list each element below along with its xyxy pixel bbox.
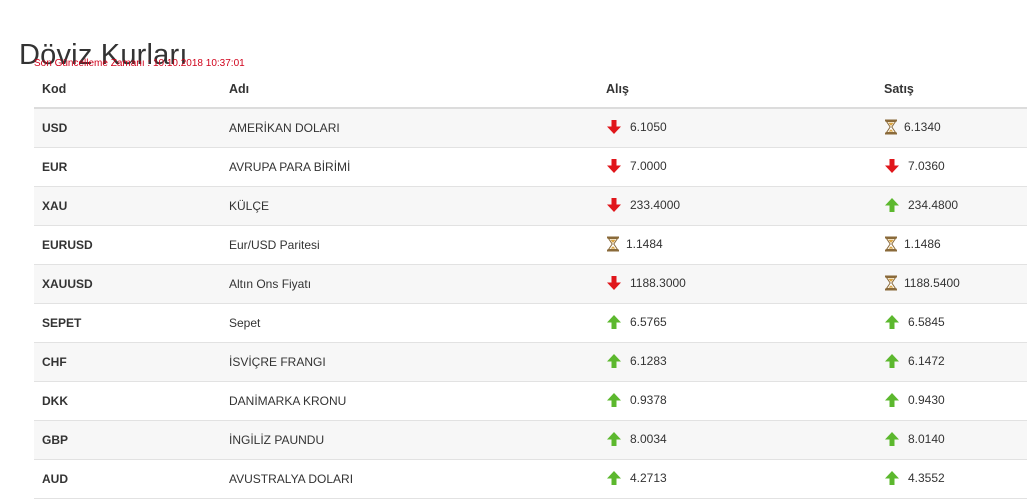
sell-cell: 6.1472 — [876, 342, 1027, 382]
arrow-up-icon — [884, 431, 900, 447]
table-header-row: Kod Adı Alış Satış — [34, 70, 1027, 109]
currency-code: GBP — [34, 420, 221, 460]
buy-value: 1188.3000 — [630, 275, 686, 290]
currency-code: CHF — [34, 342, 221, 382]
buy-cell: 8.0034 — [598, 420, 876, 460]
currency-name: İNGİLİZ PAUNDU — [221, 420, 598, 460]
currency-code: AUD — [34, 459, 221, 499]
sell-cell: 8.0140 — [876, 420, 1027, 460]
sell-value: 6.1472 — [908, 353, 945, 368]
currency-code: DKK — [34, 381, 221, 421]
table-row[interactable]: SEPET Sepet 6.5765 6.5845 — [34, 303, 1027, 343]
arrow-up-icon — [606, 431, 622, 447]
sell-cell: 234.4800 — [876, 186, 1027, 226]
hourglass-icon — [606, 236, 620, 252]
arrow-down-icon — [606, 119, 622, 135]
buy-value: 6.5765 — [630, 314, 667, 329]
sell-cell: 1188.5400 — [876, 264, 1027, 304]
sell-value: 6.1340 — [904, 119, 941, 134]
header-buy[interactable]: Alış — [598, 70, 876, 109]
currency-name: Sepet — [221, 303, 598, 343]
table-row[interactable]: CHF İSVİÇRE FRANGI 6.1283 6.1472 — [34, 342, 1027, 382]
header-name[interactable]: Adı — [221, 70, 598, 109]
table-row[interactable]: USD AMERİKAN DOLARI 6.1050 6.1340 — [34, 108, 1027, 148]
buy-value: 233.4000 — [630, 197, 681, 212]
buy-cell: 1.1484 — [598, 225, 876, 265]
buy-cell: 0.9378 — [598, 381, 876, 421]
sell-cell: 6.1340 — [876, 108, 1027, 148]
sell-value: 8.0140 — [908, 431, 945, 446]
currency-name: İSVİÇRE FRANGI — [221, 342, 598, 382]
buy-value: 7.0000 — [630, 158, 667, 173]
sell-value: 7.0360 — [908, 158, 945, 173]
buy-cell: 4.2713 — [598, 459, 876, 499]
currency-name: Altın Ons Fiyatı — [221, 264, 598, 304]
sell-cell: 4.3552 — [876, 459, 1027, 499]
sell-value: 234.4800 — [908, 197, 959, 212]
hourglass-icon — [884, 236, 898, 252]
sell-cell: 6.5845 — [876, 303, 1027, 343]
currency-code: XAUUSD — [34, 264, 221, 304]
sell-value: 1.1486 — [904, 236, 941, 251]
sell-cell: 1.1486 — [876, 225, 1027, 265]
buy-value: 8.0034 — [630, 431, 667, 446]
currency-name: AMERİKAN DOLARI — [221, 108, 598, 148]
hourglass-icon — [884, 119, 898, 135]
arrow-up-icon — [884, 470, 900, 486]
arrow-up-icon — [606, 392, 622, 408]
hourglass-icon — [884, 275, 898, 291]
sell-value: 4.3552 — [908, 470, 945, 485]
currency-code: USD — [34, 108, 221, 148]
arrow-up-icon — [606, 353, 622, 369]
currency-name: DANİMARKA KRONU — [221, 381, 598, 421]
table-row[interactable]: XAU KÜLÇE 233.4000 234.4800 — [34, 186, 1027, 226]
sell-value: 0.9430 — [908, 392, 945, 407]
table-row[interactable]: XAUUSD Altın Ons Fiyatı 1188.3000 1188.5… — [34, 264, 1027, 304]
buy-cell: 7.0000 — [598, 147, 876, 187]
arrow-up-icon — [884, 314, 900, 330]
currency-name: KÜLÇE — [221, 186, 598, 226]
buy-value: 0.9378 — [630, 392, 667, 407]
currency-code: XAU — [34, 186, 221, 226]
sell-cell: 0.9430 — [876, 381, 1027, 421]
exchange-rate-table: Kod Adı Alış Satış USD AMERİKAN DOLARI 6… — [34, 70, 1027, 499]
buy-value: 6.1050 — [630, 119, 667, 134]
arrow-up-icon — [606, 470, 622, 486]
arrow-up-icon — [606, 314, 622, 330]
arrow-down-icon — [606, 197, 622, 213]
sell-value: 6.5845 — [908, 314, 945, 329]
currency-code: EUR — [34, 147, 221, 187]
currency-name: Eur/USD Paritesi — [221, 225, 598, 265]
currency-name: AVRUPA PARA BİRİMİ — [221, 147, 598, 187]
table-row[interactable]: EUR AVRUPA PARA BİRİMİ 7.0000 7.0360 — [34, 147, 1027, 187]
last-update-text: Son Güncelleme Zamanı : 10.10.2018 10:37… — [34, 58, 245, 69]
currency-name: AVUSTRALYA DOLARI — [221, 459, 598, 499]
arrow-down-icon — [884, 158, 900, 174]
buy-value: 6.1283 — [630, 353, 667, 368]
table-row[interactable]: DKK DANİMARKA KRONU 0.9378 0.9430 — [34, 381, 1027, 421]
buy-value: 1.1484 — [626, 236, 663, 251]
arrow-up-icon — [884, 197, 900, 213]
buy-cell: 6.1050 — [598, 108, 876, 148]
sell-value: 1188.5400 — [904, 275, 960, 290]
header-sell[interactable]: Satış — [876, 70, 1027, 109]
table-row[interactable]: EURUSD Eur/USD Paritesi 1.1484 1.1486 — [34, 225, 1027, 265]
sell-cell: 7.0360 — [876, 147, 1027, 187]
arrow-up-icon — [884, 392, 900, 408]
arrow-down-icon — [606, 158, 622, 174]
buy-cell: 6.1283 — [598, 342, 876, 382]
currency-code: SEPET — [34, 303, 221, 343]
table-row[interactable]: AUD AVUSTRALYA DOLARI 4.2713 4.3552 — [34, 459, 1027, 499]
buy-cell: 233.4000 — [598, 186, 876, 226]
table-row[interactable]: GBP İNGİLİZ PAUNDU 8.0034 8.0140 — [34, 420, 1027, 460]
arrow-up-icon — [884, 353, 900, 369]
buy-cell: 1188.3000 — [598, 264, 876, 304]
header-code[interactable]: Kod — [34, 70, 221, 109]
buy-cell: 6.5765 — [598, 303, 876, 343]
arrow-down-icon — [606, 275, 622, 291]
buy-value: 4.2713 — [630, 470, 667, 485]
currency-code: EURUSD — [34, 225, 221, 265]
